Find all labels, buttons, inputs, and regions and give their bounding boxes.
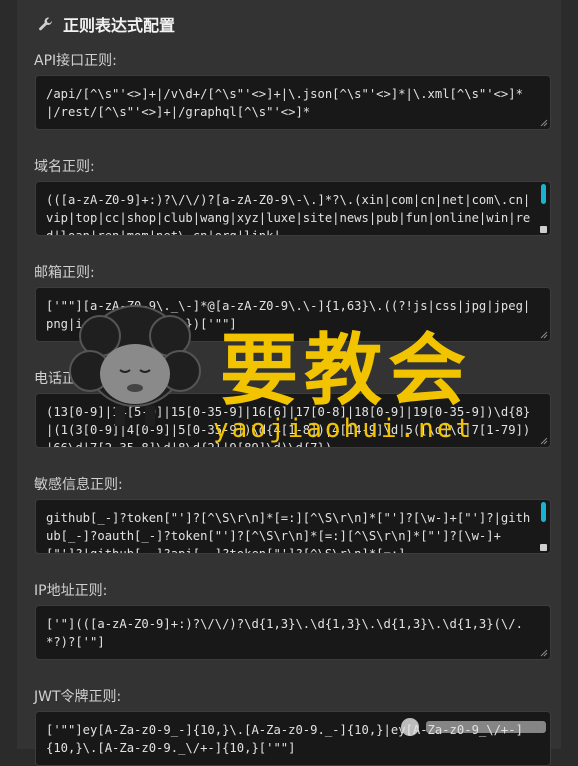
resize-grip-icon[interactable]: [540, 649, 548, 657]
phone-regex-value: (13[0-9]|14[5-9]|15[0-35-9]|16[6]|17[0-8…: [46, 405, 531, 448]
ip-regex-value: ['"](([a-zA-Z0-9]+:)?\/\/)?\d{1,3}\.\d{1…: [46, 617, 523, 649]
ip-regex-textarea[interactable]: ['"](([a-zA-Z0-9]+:)?\/\/)?\d{1,3}\.\d{1…: [35, 605, 551, 660]
email-regex-value: ['""][a-zA-Z0-9\._\-]*@[a-zA-Z0-9\.\-]{1…: [46, 299, 531, 331]
scroll-down-icon[interactable]: [540, 544, 547, 551]
domain-regex-label: 域名正则:: [34, 159, 95, 175]
api-regex-label: API接口正则:: [34, 53, 117, 69]
sensitive-regex-textarea[interactable]: github[_-]?token["']?[^\S\r\n]*[=:][^\S\…: [35, 499, 551, 554]
wrench-icon: [37, 15, 55, 33]
sensitive-regex-scrollbar[interactable]: [541, 502, 546, 522]
domain-regex-value: (([a-zA-Z0-9]+:)?\/\/)?[a-zA-Z0-9\-\.]*?…: [46, 193, 531, 236]
section-header: 正则表达式配置: [37, 12, 175, 36]
footer-watermark: [398, 715, 558, 739]
blurred-logo-icon: [401, 718, 546, 736]
api-regex-textarea[interactable]: /api/[^\s"'<>]+|/v\d+/[^\s"'<>]+|\.json[…: [35, 75, 551, 130]
jwt-regex-label: JWT令牌正则:: [34, 689, 122, 705]
scroll-down-icon[interactable]: [540, 226, 547, 233]
phone-regex-textarea[interactable]: (13[0-9]|14[5-9]|15[0-35-9]|16[6]|17[0-8…: [35, 393, 551, 448]
email-regex-textarea[interactable]: ['""][a-zA-Z0-9\._\-]*@[a-zA-Z0-9\.\-]{1…: [35, 287, 551, 342]
resize-grip-icon[interactable]: [540, 119, 548, 127]
domain-regex-scrollbar[interactable]: [541, 184, 546, 204]
ip-regex-label: IP地址正则:: [34, 583, 108, 599]
api-regex-value: /api/[^\s"'<>]+|/v\d+/[^\s"'<>]+|\.json[…: [46, 87, 523, 119]
email-regex-label: 邮箱正则:: [34, 265, 95, 281]
resize-grip-icon[interactable]: [540, 437, 548, 445]
resize-grip-icon[interactable]: [540, 331, 548, 339]
phone-regex-label: 电话正则:: [34, 371, 95, 387]
section-title: 正则表达式配置: [63, 16, 176, 35]
sensitive-regex-label: 敏感信息正则:: [34, 477, 123, 493]
sensitive-regex-value: github[_-]?token["']?[^\S\r\n]*[=:][^\S\…: [46, 511, 531, 554]
domain-regex-textarea[interactable]: (([a-zA-Z0-9]+:)?\/\/)?[a-zA-Z0-9\-\.]*?…: [35, 181, 551, 236]
